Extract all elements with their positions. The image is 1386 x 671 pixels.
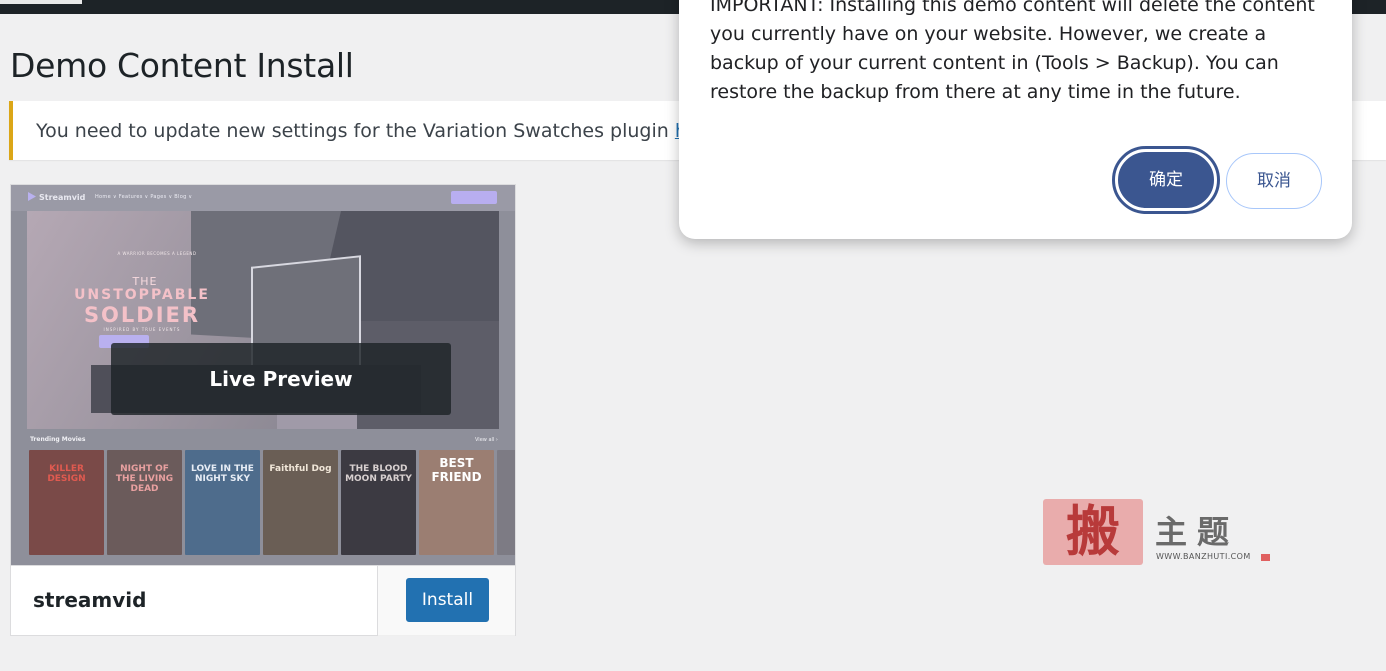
poster-title: NIGHT OF THE LIVING DEAD bbox=[115, 464, 174, 494]
dialog-message: IMPORTANT: Installing this demo content … bbox=[710, 0, 1315, 103]
poster-title: THE BLOOD MOON PARTY bbox=[345, 464, 412, 484]
poster-thumbnail: BEST FRIEND bbox=[419, 450, 494, 555]
hero-title-1: UNSTOPPABLE bbox=[74, 287, 210, 303]
install-button[interactable]: Install bbox=[406, 578, 489, 622]
theme-footer: streamvid Install bbox=[11, 565, 515, 636]
poster-thumbnail: THE BLOOD MOON PARTY bbox=[341, 450, 416, 555]
watermark-url: WWW.BANZHUTI.COM bbox=[1156, 552, 1251, 561]
ok-button[interactable]: 确定 bbox=[1112, 146, 1220, 214]
theme-card[interactable]: Streamvid Home ∨ Features ∨ Pages ∨ Blog… bbox=[10, 184, 516, 636]
poster-title: LOVE IN THE NIGHT SKY bbox=[191, 464, 254, 484]
notice-text: You need to update new settings for the … bbox=[36, 120, 724, 142]
theme-name: streamvid bbox=[33, 588, 147, 612]
hero-tagline: INSPIRED BY TRUE EVENTS bbox=[103, 327, 181, 332]
poster-thumbnail: Faithful Dog bbox=[263, 450, 338, 555]
watermark-text: 主题 bbox=[1155, 513, 1240, 551]
cancel-button[interactable]: 取消 bbox=[1226, 153, 1322, 209]
poster-title: Faithful Dog bbox=[269, 464, 332, 474]
poster-thumbnail: LOVE IN THE NIGHT SKY bbox=[185, 450, 260, 555]
screenshot-topnav bbox=[11, 185, 515, 211]
poster-thumbnail: KILLER DESIGN bbox=[29, 450, 104, 555]
live-preview-button[interactable]: Live Preview bbox=[111, 343, 451, 415]
watermark-mark bbox=[1261, 554, 1270, 561]
confirm-dialog: IMPORTANT: Installing this demo content … bbox=[679, 0, 1352, 239]
screenshot-logo: Streamvid bbox=[39, 193, 86, 202]
screenshot-nav-button bbox=[451, 191, 497, 204]
screenshot-nav: Home ∨ Features ∨ Pages ∨ Blog ∨ bbox=[95, 194, 193, 200]
trending-heading: Trending Movies bbox=[30, 436, 86, 443]
page-title: Demo Content Install bbox=[10, 46, 354, 85]
admin-bar-item[interactable] bbox=[0, 0, 82, 4]
notice-message: You need to update new settings for the … bbox=[36, 120, 675, 142]
watermark-seal-char: 搬 bbox=[1066, 500, 1120, 563]
poster-thumbnail bbox=[497, 450, 515, 555]
theme-actions: Install bbox=[377, 566, 515, 636]
hero-sub: A WARRIOR BECOMES A LEGEND bbox=[117, 251, 197, 256]
watermark: 搬 主题 WWW.BANZHUTI.COM bbox=[1043, 499, 1273, 567]
view-all-link: View all › bbox=[475, 437, 498, 443]
hero-title-2: SOLDIER bbox=[83, 303, 201, 327]
poster-title: KILLER DESIGN bbox=[47, 464, 86, 484]
poster-thumbnail: NIGHT OF THE LIVING DEAD bbox=[107, 450, 182, 555]
theme-screenshot[interactable]: Streamvid Home ∨ Features ∨ Pages ∨ Blog… bbox=[11, 185, 515, 565]
poster-title: BEST FRIEND bbox=[431, 456, 482, 484]
